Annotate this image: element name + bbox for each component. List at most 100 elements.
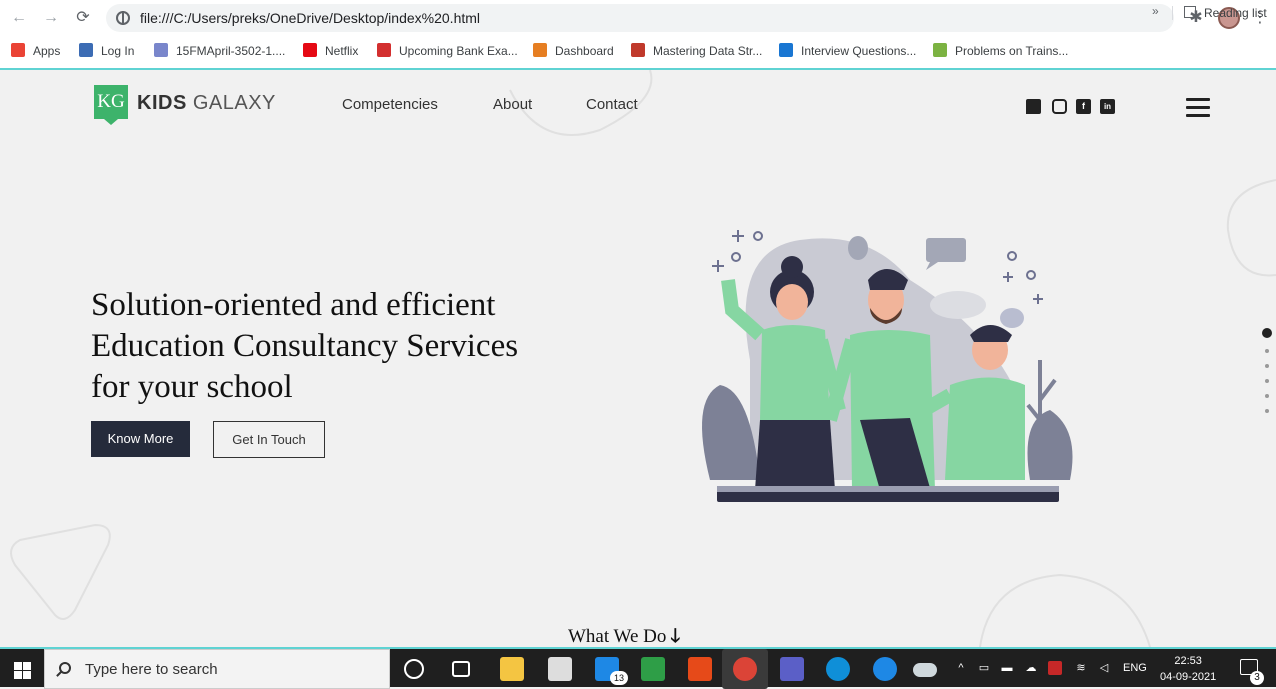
search-placeholder: Type here to search [85,661,218,678]
bookmark-label: Log In [101,44,135,58]
slide-dot[interactable] [1265,394,1269,398]
udemy-icon [631,43,645,57]
bookmark-item[interactable]: Netflix [303,42,358,60]
bookmark-label: Dashboard [555,44,614,58]
forward-arrow-icon[interactable]: → [41,8,61,28]
what-we-do-link[interactable]: What We Do 🡓 [568,622,680,647]
bookmark-item[interactable]: Dashboard [533,42,614,60]
slide-dot[interactable] [1265,409,1269,413]
hamburger-menu-icon[interactable] [1186,98,1210,118]
bookmark-item[interactable]: Problems on Trains... [933,42,1068,60]
apps-grid-icon [11,43,25,57]
slide-dots [1262,328,1272,424]
system-clock[interactable]: 22:53 04-09-2021 [1160,653,1216,685]
address-bar[interactable]: file:///C:/Users/preks/OneDrive/Desktop/… [106,4,1174,32]
chrome-icon[interactable] [733,657,757,681]
volume-icon[interactable]: ◁ [1097,661,1111,675]
headline-line: Education Consultancy Services [91,328,519,364]
store-icon[interactable] [548,657,572,681]
green-app-icon[interactable] [641,657,665,681]
nav-about[interactable]: About [493,96,532,113]
netflix-icon [303,43,317,57]
bookmark-label: Problems on Trains... [955,44,1069,58]
help-icon[interactable] [873,657,897,681]
bookmark-item[interactable]: Apps [11,42,60,60]
bookmark-label: Upcoming Bank Exa... [399,44,518,58]
get-in-touch-button[interactable]: Get In Touch [213,421,325,458]
taskbar-search-box[interactable]: Type here to search [44,649,390,689]
hero-headline: Solution-oriented and efficient Educatio… [91,285,611,408]
logo-wordmark[interactable]: KIDS GALAXY [137,92,276,115]
interview-icon [779,43,793,57]
tray-chevron-icon[interactable]: ^ [954,661,968,675]
bookmarks-more-button[interactable]: » [1152,4,1159,18]
hero-illustration [702,230,1073,502]
reading-list-label: Reading list [1204,6,1267,20]
mail-badge: 13 [610,671,628,685]
clock-time: 22:53 [1174,655,1202,667]
browser-chrome: ← → ⟳ file:///C:/Users/preks/OneDrive/De… [0,0,1276,70]
bookmark-item[interactable]: Upcoming Bank Exa... [377,42,518,60]
file-explorer-icon[interactable] [500,657,524,681]
headline-line: for your school [91,369,293,405]
slide-dot[interactable] [1265,379,1269,383]
slide-dot[interactable] [1262,328,1272,338]
bookmark-item[interactable]: Mastering Data Str... [631,42,762,60]
bookmark-label: Netflix [325,44,359,58]
bookmarks-separator [1172,6,1173,20]
instagram-icon[interactable] [1052,99,1067,114]
linkedin-icon[interactable]: in [1100,99,1115,114]
wifi-icon[interactable]: ≋ [1074,661,1088,675]
office-icon[interactable] [688,657,712,681]
clock-date: 04-09-2021 [1160,671,1217,683]
facebook-icon[interactable]: f [1076,99,1091,114]
bank-icon [377,43,391,57]
windows-start-icon[interactable] [0,649,44,689]
arrow-down-icon: 🡓 [670,626,681,647]
cortana-icon[interactable] [404,659,424,679]
battery-icon[interactable]: ▬ [1000,661,1014,675]
shield-icon [154,43,168,57]
teams-icon[interactable] [780,657,804,681]
notification-count: 3 [1250,671,1264,685]
slide-dot[interactable] [1265,349,1269,353]
chat-icon[interactable] [1026,99,1041,114]
logo-badge[interactable]: KG [94,85,128,125]
train-icon [933,43,947,57]
cloud-icon[interactable] [913,663,937,677]
onedrive-icon[interactable]: ☁ [1024,661,1038,675]
bookmark-label: Interview Questions... [801,44,917,58]
nav-contact[interactable]: Contact [586,96,638,113]
reading-list-button[interactable]: Reading list [1184,4,1267,22]
browser-toolbar: ← → ⟳ file:///C:/Users/preks/OneDrive/De… [0,0,1276,36]
windows-taskbar: Type here to search 13 ^ ▭ ▬ ☁ ≋ ◁ ENG 2… [0,647,1276,689]
headline-line: Solution-oriented and efficient [91,287,496,323]
url-text[interactable]: file:///C:/Users/preks/OneDrive/Desktop/… [140,10,480,26]
nav-competencies[interactable]: Competencies [342,96,438,113]
login-icon [79,43,93,57]
globe-icon [116,11,130,25]
bookmark-label: 15FMApril-3502-1.... [176,44,286,58]
dropbox-icon[interactable] [1048,661,1062,675]
language-indicator[interactable]: ENG [1123,662,1147,674]
bookmarks-bar: Apps Log In 15FMApril-3502-1.... Netflix Upc… [0,38,1276,62]
know-more-button[interactable]: Know More [91,421,190,457]
back-arrow-icon[interactable]: ← [9,8,29,28]
edge-icon[interactable] [826,657,850,681]
slide-dot[interactable] [1265,364,1269,368]
bookmark-item[interactable]: 15FMApril-3502-1.... [154,42,285,60]
web-page: KG KIDS GALAXY Competencies About Contac… [0,70,1276,647]
reading-list-icon [1184,6,1196,18]
bookmark-item[interactable]: Log In [79,42,134,60]
dashboard-icon [533,43,547,57]
what-we-do-label: What We Do [568,626,667,647]
logo-light-text: GALAXY [192,92,276,114]
search-icon [59,662,71,674]
reload-icon[interactable]: ⟳ [73,8,93,28]
bookmark-item[interactable]: Interview Questions... [779,42,916,60]
bookmark-label: Mastering Data Str... [653,44,763,58]
bookmark-label: Apps [33,44,61,58]
task-view-icon[interactable] [452,661,470,677]
logo-bold-text: KIDS [137,92,187,114]
meet-now-icon[interactable]: ▭ [977,661,991,675]
